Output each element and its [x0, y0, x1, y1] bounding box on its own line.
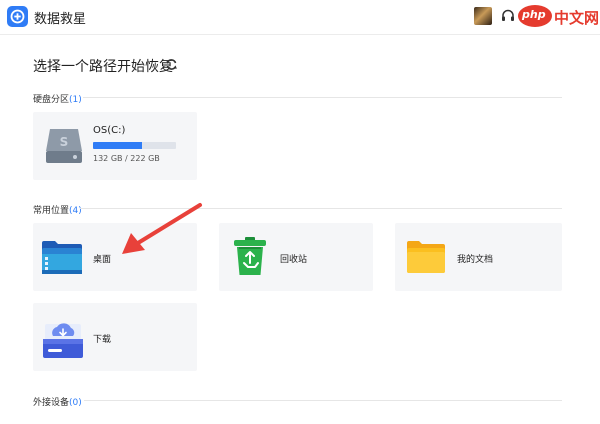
location-card-desktop[interactable]: 桌面 — [33, 223, 197, 291]
title-bar: 数据救星 php 中文网 — [0, 0, 600, 35]
section-label-disks: 硬盘分区(1) — [33, 92, 82, 105]
watermark-logo: php — [518, 5, 552, 27]
section-divider — [83, 97, 562, 98]
disk-usage-fill — [93, 142, 143, 149]
location-card-downloads[interactable]: 下载 — [33, 303, 197, 371]
download-tray-icon — [43, 323, 83, 358]
recycle-bin-icon — [234, 237, 266, 275]
disk-usage-bar — [93, 142, 176, 149]
section-count: (0) — [69, 398, 82, 408]
location-label: 下载 — [93, 335, 112, 345]
headset-icon[interactable] — [500, 8, 516, 24]
section-divider — [80, 208, 562, 209]
avatar[interactable] — [474, 7, 492, 25]
location-label: 回收站 — [280, 255, 308, 265]
section-label-text: 常用位置 — [33, 206, 70, 216]
section-label-external: 外接设备(0) — [33, 395, 82, 408]
disk-size-text: 132 GB / 222 GB — [93, 154, 160, 163]
svg-text:S: S — [60, 135, 69, 149]
section-count: (1) — [69, 95, 82, 105]
app-logo-icon — [7, 6, 28, 27]
disk-card-c[interactable]: S OS(C:) 132 GB / 222 GB — [33, 112, 197, 180]
section-divider — [84, 400, 562, 401]
location-label: 桌面 — [93, 255, 112, 265]
watermark-site-text: 中文网 — [554, 9, 600, 27]
folder-icon — [407, 241, 445, 273]
desktop-folder-icon — [42, 241, 82, 274]
location-label: 我的文档 — [457, 255, 494, 265]
location-card-recycle-bin[interactable]: 回收站 — [219, 223, 373, 291]
disk-name: OS(C:) — [93, 125, 126, 136]
refresh-icon[interactable] — [165, 58, 178, 71]
section-label-text: 硬盘分区 — [33, 95, 70, 105]
section-label-common: 常用位置(4) — [33, 203, 82, 216]
hard-drive-icon: S — [46, 129, 82, 163]
page-title: 选择一个路径开始恢复 — [33, 59, 173, 75]
watermark-logo-text: php — [522, 8, 546, 21]
watermark: php 中文网 — [518, 2, 600, 30]
location-card-documents[interactable]: 我的文档 — [395, 223, 562, 291]
section-label-text: 外接设备 — [33, 398, 70, 408]
app-title: 数据救星 — [34, 12, 87, 27]
